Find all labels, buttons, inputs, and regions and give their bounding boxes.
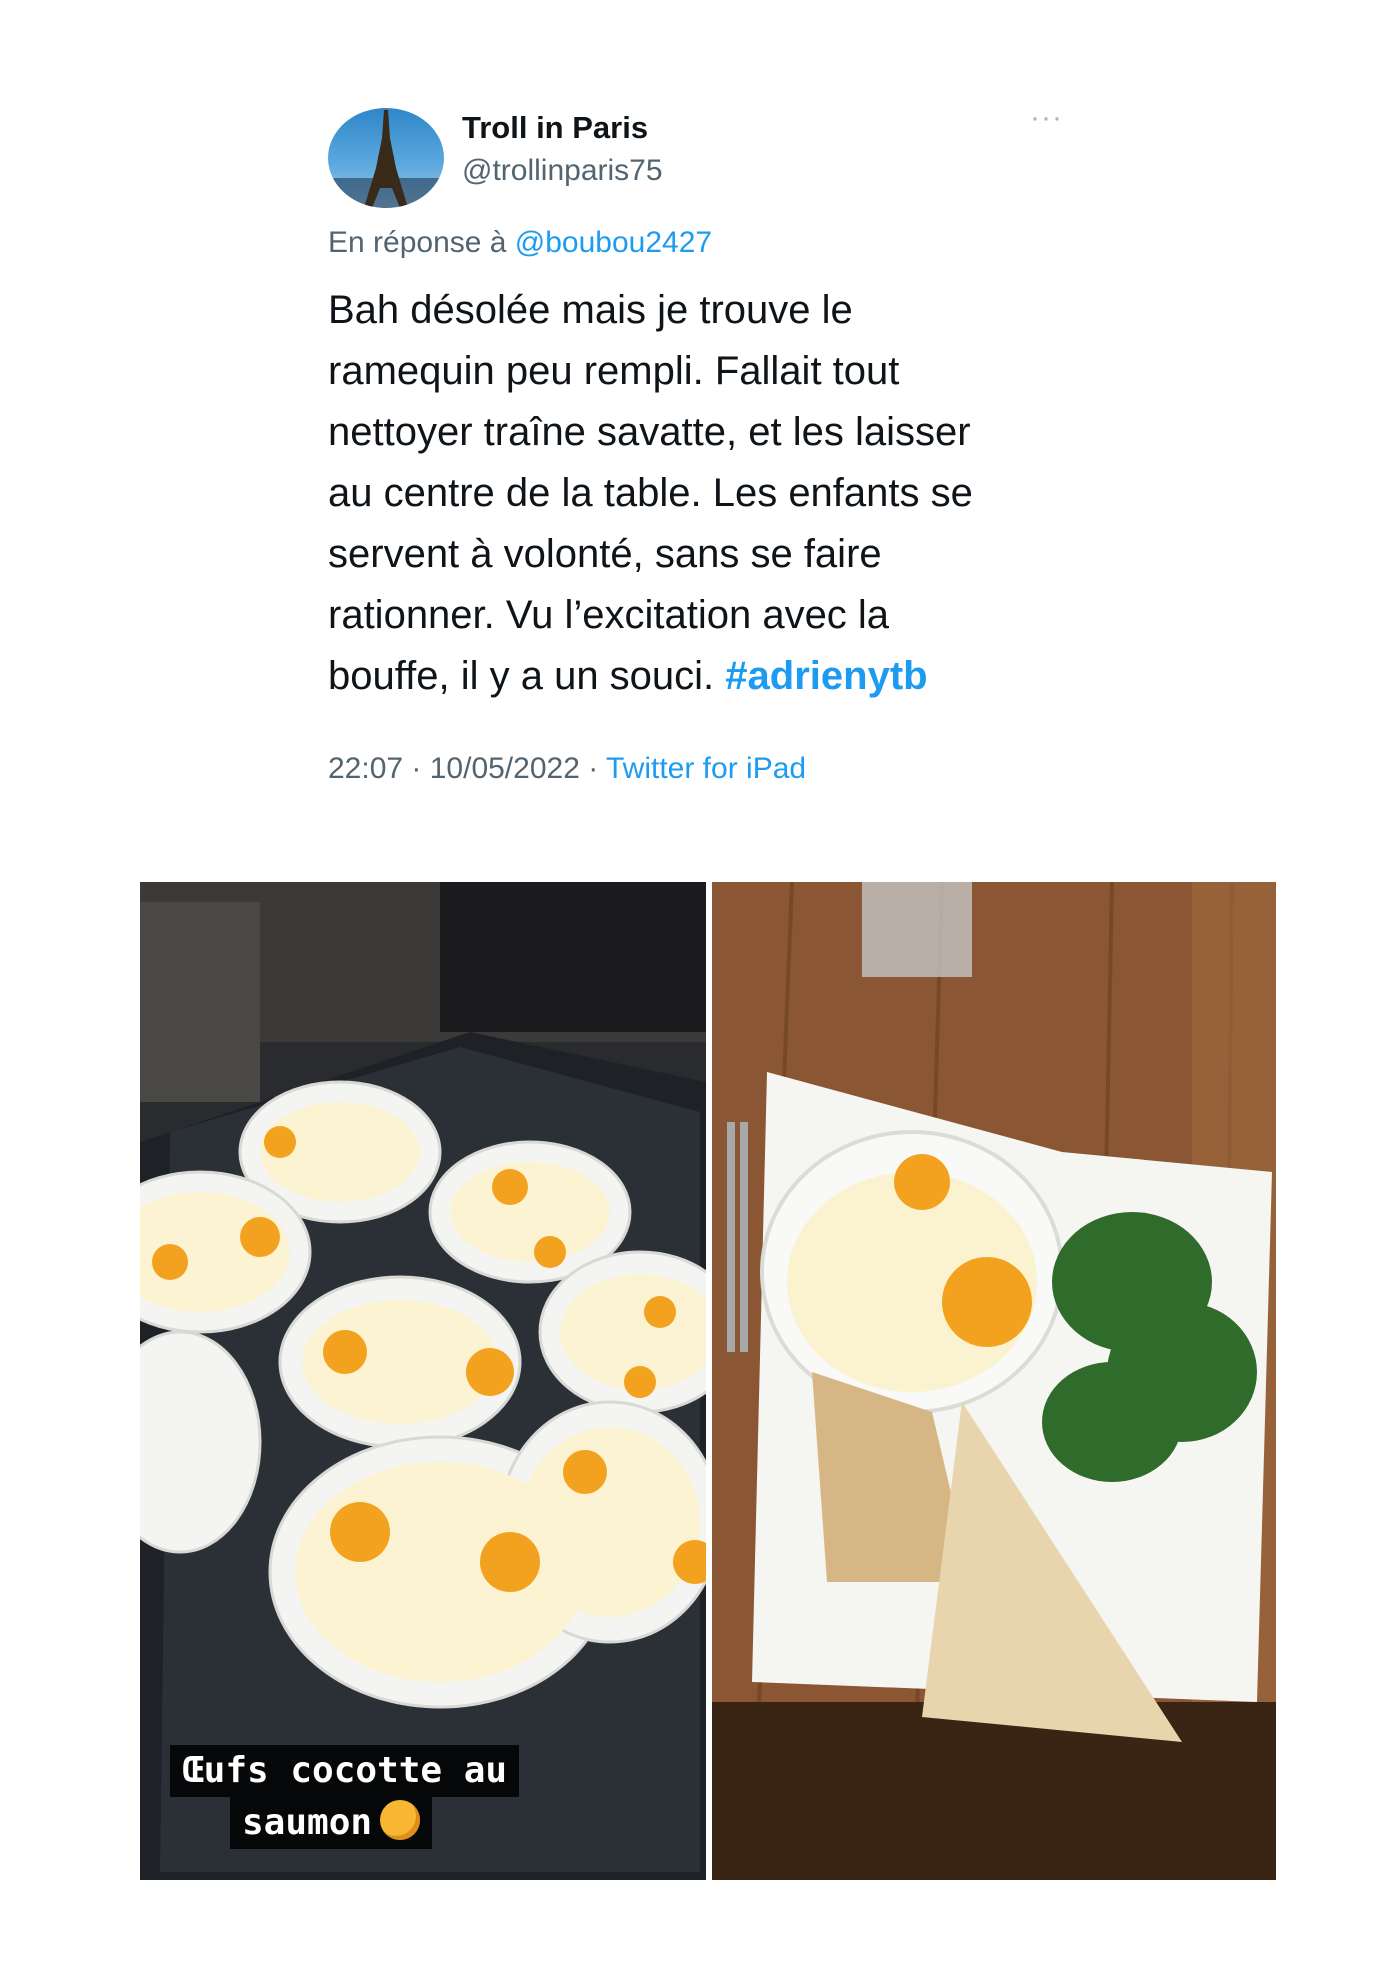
tweet-text-line: ramequin peu rempli. Fallait tout xyxy=(328,349,900,393)
tweet-meta: 22:07 · 10/05/2022 · Twitter for iPad xyxy=(328,752,806,786)
caption-line-2-wrap: saumon xyxy=(230,1797,433,1849)
reply-context: En réponse à @boubou2427 xyxy=(328,226,712,260)
photo-plated-ramekin[interactable] xyxy=(712,882,1276,1880)
tweet-text-line: rationner. Vu l’excitation avec la xyxy=(328,593,890,637)
user-handle[interactable]: @trollinparis75 xyxy=(462,154,663,188)
tweet-text-line: Bah désolée mais je trouve le xyxy=(328,288,853,332)
source-link[interactable]: Twitter for iPad xyxy=(606,752,806,785)
more-options-icon[interactable]: ··· xyxy=(1030,103,1090,133)
tweet-text-line: servent à volonté, sans se faire xyxy=(328,532,882,576)
timestamp[interactable]: 22:07 · 10/05/2022 · xyxy=(328,752,606,785)
caption-line-1: Œufs cocotte au xyxy=(170,1745,520,1797)
hashtag-link[interactable]: #adrienytb xyxy=(725,654,927,698)
ramekins-illustration xyxy=(140,882,706,1880)
display-name[interactable]: Troll in Paris xyxy=(462,110,648,146)
tweet-text-line-last: bouffe, il y a un souci. #adrienytb xyxy=(328,646,1108,707)
plated-dish-illustration xyxy=(712,882,1276,1880)
tweet-text-line: bouffe, il y a un souci. xyxy=(328,654,726,698)
photo-ramekins-tray[interactable] xyxy=(140,882,706,1880)
photo-caption: Œufs cocotte au saumon xyxy=(170,1745,520,1849)
eiffel-tower-icon xyxy=(328,110,444,208)
tweet-card: Troll in Paris @trollinparis75 ··· En ré… xyxy=(0,0,1390,820)
reply-prefix: En réponse à xyxy=(328,226,515,259)
reply-mention-link[interactable]: @boubou2427 xyxy=(515,226,712,259)
caption-line-2: saumon xyxy=(242,1802,373,1843)
tweet-text-line: au centre de la table. Les enfants se xyxy=(328,471,973,515)
smiling-face-with-hearts-icon xyxy=(380,1800,421,1840)
avatar[interactable] xyxy=(328,108,444,208)
tweet-text: Bah désolée mais je trouve le ramequin p… xyxy=(328,280,1108,707)
tweet-text-line: nettoyer traîne savatte, et les laisser xyxy=(328,410,971,454)
